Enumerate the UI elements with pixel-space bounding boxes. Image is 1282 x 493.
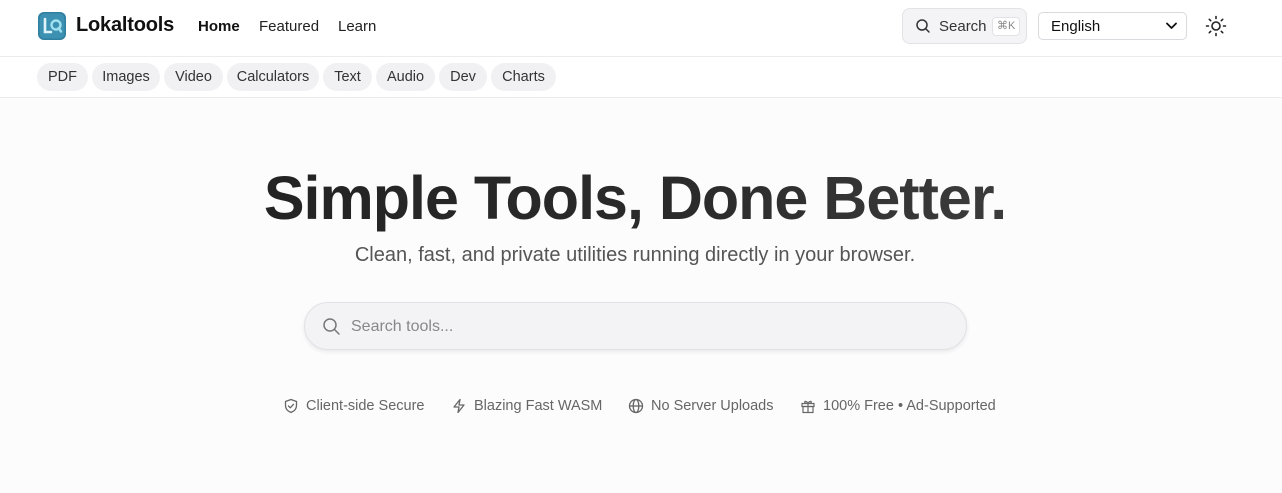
header-search-label: Search (939, 18, 987, 35)
header-search-button[interactable]: Search ⌘K (902, 8, 1027, 44)
sun-icon[interactable] (1205, 15, 1227, 37)
search-icon (916, 19, 930, 33)
nav-featured[interactable]: Featured (259, 18, 319, 35)
nav-learn[interactable]: Learn (338, 18, 376, 35)
shield-icon (284, 398, 298, 414)
search-tools-input[interactable] (351, 312, 941, 342)
hero-search-box (304, 302, 967, 350)
feature-label: Client-side Secure (306, 398, 425, 414)
language-value: English (1051, 18, 1101, 35)
feature-label: Blazing Fast WASM (474, 398, 603, 414)
category-chip-images[interactable]: Images (92, 63, 160, 91)
feature-label: 100% Free • Ad-Supported (823, 398, 996, 414)
lokaltools-logo[interactable] (38, 12, 66, 40)
nav-home[interactable]: Home (198, 18, 240, 35)
shortcut-badge: ⌘K (992, 17, 1021, 36)
category-chip-audio[interactable]: Audio (376, 63, 435, 91)
gift-icon (801, 400, 815, 414)
feature-label: No Server Uploads (651, 398, 774, 414)
category-chip-video[interactable]: Video (164, 63, 223, 91)
top-header: Lokaltools Home Featured Learn Search ⌘K… (0, 0, 1282, 57)
category-chip-dev[interactable]: Dev (439, 63, 487, 91)
language-select[interactable]: English (1038, 12, 1187, 40)
brand-name[interactable]: Lokaltools (76, 14, 174, 37)
category-chip-text[interactable]: Text (323, 63, 372, 91)
search-icon (323, 318, 340, 335)
category-bar: PDF Images Video Calculators Text Audio … (0, 57, 1282, 98)
category-chip-pdf[interactable]: PDF (37, 63, 88, 91)
lightning-icon (453, 398, 465, 414)
category-chip-charts[interactable]: Charts (491, 63, 556, 91)
chevron-down-icon (1166, 22, 1177, 29)
hero-subtitle: Clean, fast, and private utilities runni… (354, 244, 916, 266)
globe-icon (628, 398, 644, 414)
hero-title: Simple Tools, Done Better. (0, 163, 1270, 233)
category-chip-calculators[interactable]: Calculators (227, 63, 319, 91)
